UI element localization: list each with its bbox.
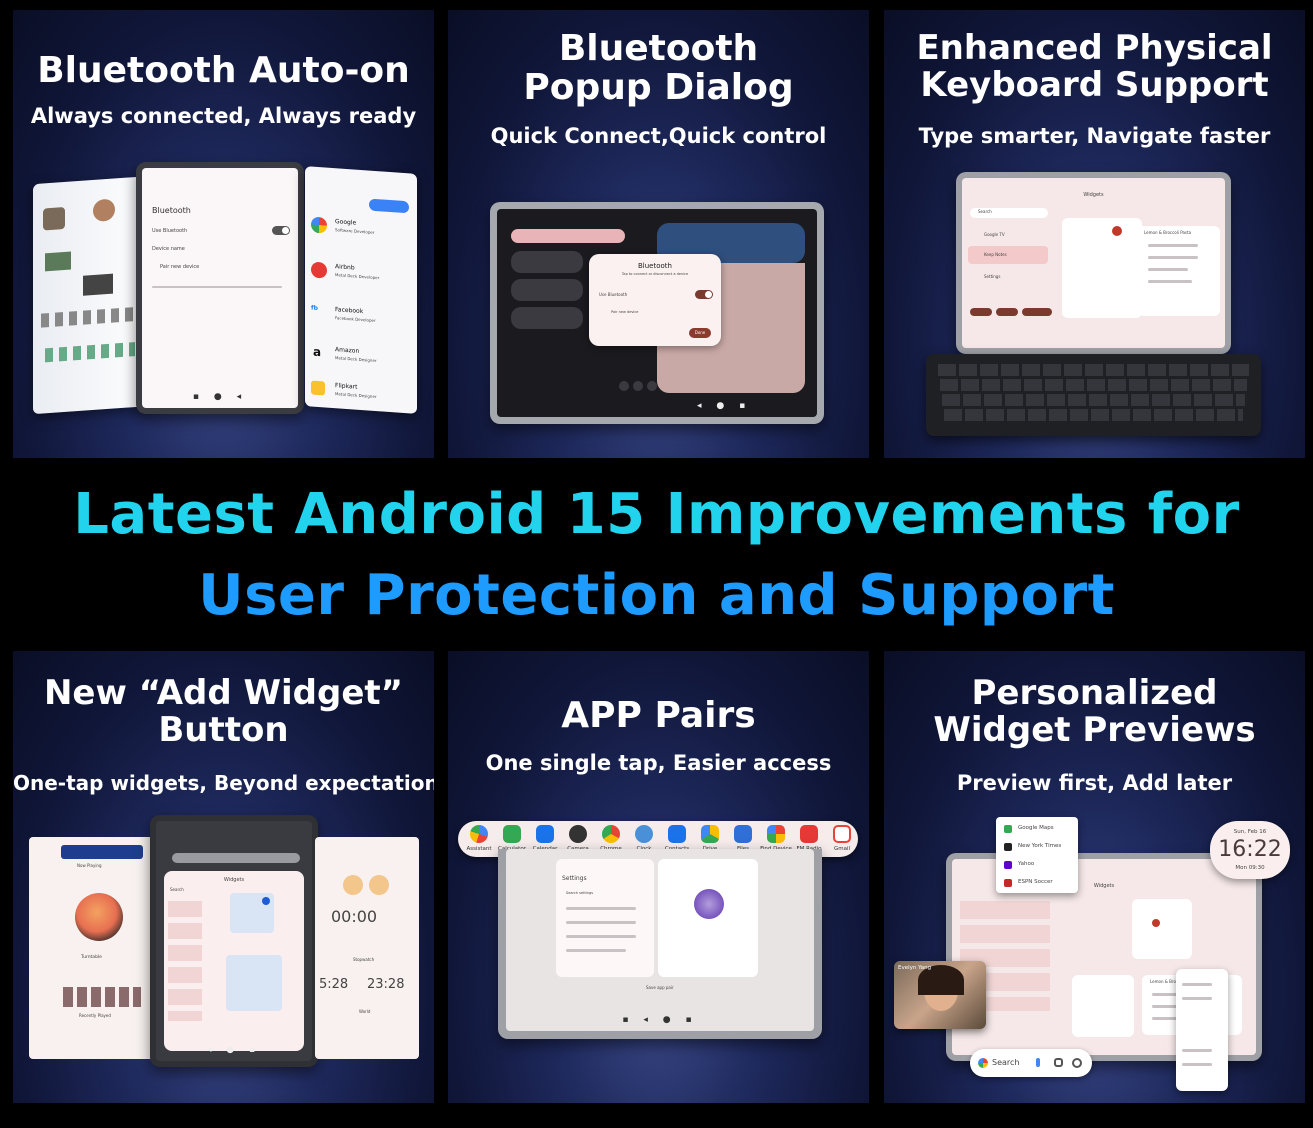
clock-icon[interactable]: [635, 825, 653, 843]
search-bar[interactable]: Search: [970, 1049, 1092, 1077]
chrome-icon[interactable]: [602, 825, 620, 843]
clock-widget[interactable]: Sun, Feb 16 16:22 Mon 09:30: [1210, 821, 1290, 879]
use-bt-label: Use Bluetooth: [599, 292, 628, 297]
timer-value: 00:00: [331, 907, 378, 926]
assistant-icon[interactable]: [470, 825, 488, 843]
pair-device-link[interactable]: Pair new device: [611, 310, 638, 314]
lens-icon[interactable]: [1054, 1058, 1063, 1067]
dialog-subtitle: Tap to connect or disconnect a device: [621, 272, 689, 276]
tablet-bluetooth-settings: Bluetooth Use Bluetooth Device name Pair…: [136, 162, 304, 414]
find-device-icon[interactable]: [767, 825, 785, 843]
right-app-list: Google Software Developer Airbnb Metal D…: [305, 166, 417, 414]
tablet-widgets: Widgets Search Google TV Keep Notes Sett…: [956, 172, 1231, 354]
headline-line2: User Protection and Support: [198, 563, 1115, 628]
tablet-bluetooth-dialog: Bluetooth Tap to connect or disconnect a…: [490, 202, 824, 424]
clock-alarm: Mon 09:30: [1235, 865, 1265, 871]
panel-subtitle: Preview first, Add later: [956, 771, 1233, 795]
tablet-app-pair: Settings Search settings Save app pair ▪…: [498, 849, 822, 1039]
dialog-title: Bluetooth: [638, 262, 672, 270]
panel-keyboard-support: Enhanced Physical Keyboard Support Type …: [884, 10, 1305, 458]
menu-item[interactable]: ESPN Soccer: [1018, 879, 1053, 885]
clock-time: 16:22: [1218, 837, 1282, 862]
calculator-icon[interactable]: [503, 825, 521, 843]
widget-app-menu: Google Maps New York Times Yahoo ESPN So…: [996, 817, 1078, 893]
menu-item[interactable]: Google Maps: [1018, 825, 1054, 831]
add-widget-button[interactable]: [262, 897, 270, 905]
panel-widget-previews: Personalized Widget Previews Preview fir…: [884, 651, 1305, 1103]
bluetooth-keyboard: [926, 354, 1261, 436]
music-widget-preview: Now Playing Turntable Recently Played: [29, 837, 165, 1059]
mode-icon[interactable]: [1072, 1058, 1082, 1068]
panel-subtitle: Always connected, Always ready: [30, 104, 417, 128]
drive-icon[interactable]: [701, 825, 719, 843]
panel-subtitle: One-tap widgets, Beyond expectations: [13, 771, 434, 795]
headline-line1: Latest Android 15 Improvements for: [73, 482, 1240, 547]
panel-subtitle: One single tap, Easier access: [485, 751, 832, 775]
panel-title: APP Pairs: [561, 695, 756, 736]
panel-title: New “Add Widget” Button: [43, 673, 404, 750]
fm-radio-icon[interactable]: [800, 825, 818, 843]
use-bt-label: Use Bluetooth: [152, 228, 188, 234]
panel-title: Personalized Widget Previews: [933, 673, 1256, 750]
bt-toggle[interactable]: [695, 290, 713, 299]
save-app-pair[interactable]: Save app pair: [646, 985, 674, 990]
phone-widget-picker: Widgets Search ◂ ● ▪: [150, 815, 318, 1067]
pair-device-link[interactable]: Pair new device: [160, 264, 199, 270]
phone-widget-preview: [1176, 969, 1228, 1091]
bt-heading: Bluetooth: [152, 206, 191, 215]
panel-app-pairs: APP Pairs One single tap, Easier access …: [448, 651, 869, 1103]
bt-toggle[interactable]: [272, 226, 290, 235]
clock-date: Sun, Feb 16: [1233, 829, 1267, 835]
panel-subtitle: Type smarter, Navigate faster: [918, 124, 1271, 148]
panel-title: Bluetooth Popup Dialog: [523, 28, 794, 108]
clock-widget-preview: 00:00 Stopwatch 5:28 23:28 World: [315, 837, 419, 1059]
google-icon: [978, 1058, 988, 1068]
contacts-icon[interactable]: [668, 825, 686, 843]
done-button[interactable]: Done: [689, 328, 711, 338]
panel-bluetooth-auto-on: Bluetooth Auto-on Always connected, Alwa…: [13, 10, 434, 458]
panel-bluetooth-popup: Bluetooth Popup Dialog Quick Connect,Qui…: [448, 10, 869, 458]
world-clock-b: 23:28: [367, 977, 405, 992]
mic-icon[interactable]: [1036, 1058, 1040, 1067]
device-name-label: Device name: [152, 246, 185, 252]
widgets-title: Widgets: [1083, 192, 1104, 198]
bluetooth-dialog: Bluetooth Tap to connect or disconnect a…: [589, 254, 721, 346]
panel-subtitle: Quick Connect,Quick control: [490, 124, 827, 148]
calendar-icon[interactable]: [536, 825, 554, 843]
video-call-pip[interactable]: Evelyn Yang: [894, 961, 986, 1029]
files-icon[interactable]: [734, 825, 752, 843]
caller-name: Evelyn Yang: [898, 965, 932, 971]
menu-item[interactable]: New York Times: [1018, 843, 1061, 849]
gmail-icon[interactable]: [833, 825, 851, 843]
panel-title: Bluetooth Auto-on: [37, 50, 410, 91]
panel-title: Enhanced Physical Keyboard Support: [916, 28, 1273, 105]
camera-icon[interactable]: [569, 825, 587, 843]
panel-add-widget: New “Add Widget” Button One-tap widgets,…: [13, 651, 434, 1103]
left-screens: [33, 175, 153, 415]
world-clock-a: 5:28: [319, 977, 349, 992]
menu-item[interactable]: Yahoo: [1018, 861, 1034, 867]
